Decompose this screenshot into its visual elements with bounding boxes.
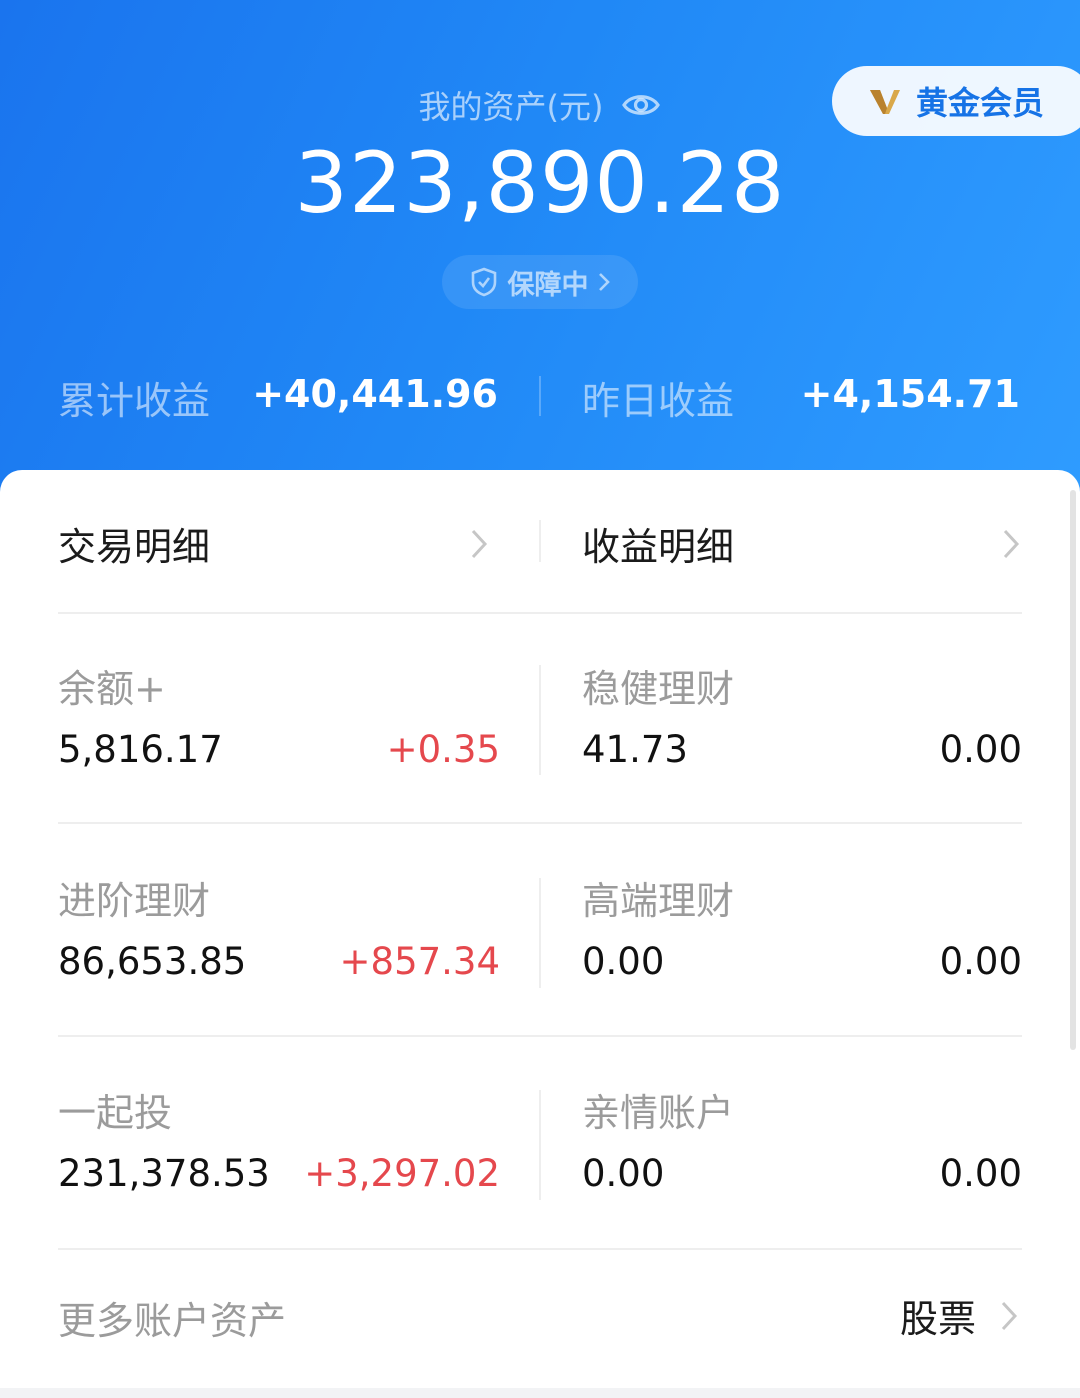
shield-check-icon: [471, 267, 496, 297]
stocks-link[interactable]: 股票: [900, 1288, 976, 1343]
account-change: 0.00: [939, 728, 1022, 771]
chevron-right-icon: [1003, 529, 1020, 559]
account-amount: 5,816.17: [58, 728, 223, 771]
earnings-details-link[interactable]: 收益明细: [540, 470, 1080, 612]
transaction-details-link[interactable]: 交易明细: [0, 470, 540, 612]
column-divider: [539, 878, 541, 988]
account-change: +0.35: [386, 728, 500, 771]
total-asset-value: 323,890.28: [294, 134, 786, 232]
chevron-right-icon: [598, 273, 610, 291]
chevron-right-icon: [1001, 1301, 1018, 1331]
column-divider: [539, 665, 541, 775]
chevron-right-icon: [471, 529, 488, 559]
account-change: 0.00: [939, 1152, 1022, 1195]
earnings-divider: [539, 376, 541, 416]
account-change: 0.00: [939, 940, 1022, 983]
cumulative-earnings-label: 累计收益: [58, 379, 211, 423]
account-change: +3,297.02: [304, 1152, 500, 1195]
account-label: 稳健理财: [582, 667, 735, 711]
gold-member-label: 黄金会员: [916, 84, 1045, 122]
scrollbar[interactable]: [1070, 490, 1076, 1050]
earnings-summary: 累计收益 +40,441.96 昨日收益 +4,154.71: [0, 360, 1080, 430]
protection-status-button[interactable]: 保障中: [442, 255, 638, 309]
accounts-card: 交易明细 收益明细 余额+ 5,816.17 +0.35 稳健理财 41.73 …: [0, 470, 1080, 1390]
account-change: +857.34: [339, 940, 500, 983]
bottom-gap: [0, 1388, 1080, 1398]
account-label: 进阶理财: [58, 879, 211, 923]
asset-header: 我的资产(元) 323,890.28 保障中 黄金会员 累计收益 +40,441…: [0, 0, 1080, 520]
row-divider: [58, 1035, 1022, 1037]
account-label: 亲情账户: [582, 1091, 735, 1135]
eye-icon[interactable]: [621, 85, 661, 125]
row-divider: [58, 1248, 1022, 1250]
account-label: 余额+: [58, 667, 166, 711]
more-account-assets-label: 更多账户资产: [58, 1299, 287, 1343]
account-amount: 41.73: [582, 728, 688, 771]
cumulative-earnings-value: +40,441.96: [252, 372, 498, 416]
account-label: 高端理财: [582, 879, 735, 923]
row-divider: [58, 612, 1022, 614]
gold-member-badge[interactable]: 黄金会员: [832, 66, 1080, 136]
account-amount: 0.00: [582, 1152, 665, 1195]
column-divider: [539, 1090, 541, 1200]
account-amount: 0.00: [582, 940, 665, 983]
yesterday-earnings-value: +4,154.71: [800, 372, 1020, 416]
yesterday-earnings-label: 昨日收益: [582, 379, 735, 423]
row-divider: [58, 822, 1022, 824]
protection-status-label: 保障中: [507, 269, 589, 301]
account-amount: 86,653.85: [58, 940, 247, 983]
account-amount: 231,378.53: [58, 1152, 270, 1195]
account-label: 一起投: [58, 1091, 173, 1135]
vip-v-icon: [870, 90, 900, 114]
asset-page: 我的资产(元) 323,890.28 保障中 黄金会员 累计收益 +40,441…: [0, 0, 1080, 1398]
asset-label: 我的资产(元): [418, 88, 604, 126]
earnings-details-label: 收益明细: [582, 525, 735, 569]
transaction-details-label: 交易明细: [58, 525, 211, 569]
